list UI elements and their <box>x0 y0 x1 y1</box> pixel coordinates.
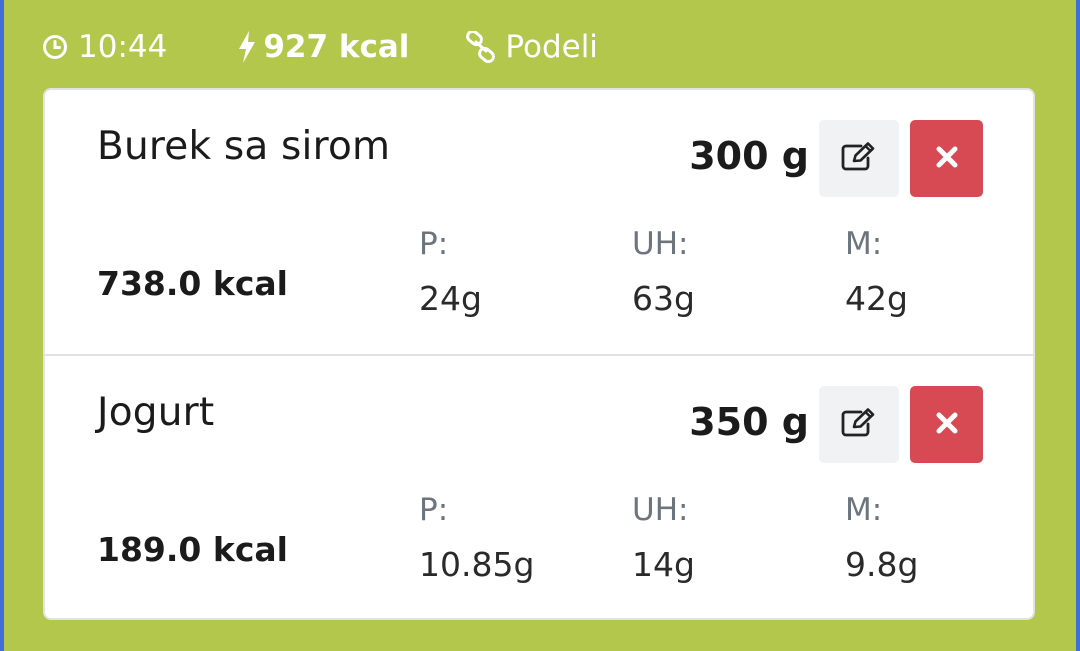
macro-value: 24g <box>419 279 482 318</box>
food-kcal: 189.0 kcal <box>97 530 288 569</box>
macro-value: 14g <box>632 545 695 584</box>
macro-protein: P: 24g <box>419 226 482 318</box>
macro-value: 42g <box>845 279 908 318</box>
macro-label: P: <box>419 226 449 262</box>
macro-carbs: UH: 14g <box>632 492 695 584</box>
edit-icon <box>841 141 877 176</box>
meal-time-text: 10:44 <box>78 29 168 65</box>
delete-button[interactable] <box>910 120 983 197</box>
food-item: Jogurt 350 g 189.0 kcal P: 10.85g UH: 14… <box>45 356 1033 618</box>
macro-label: P: <box>419 492 449 528</box>
macro-fat: M: 42g <box>845 226 908 318</box>
food-weight: 300 g <box>689 134 809 178</box>
macro-label: UH: <box>632 226 689 262</box>
clock-icon <box>42 34 78 60</box>
macro-label: UH: <box>632 492 689 528</box>
food-weight: 350 g <box>689 400 809 444</box>
meal-total-kcal-text: 927 kcal <box>263 29 410 65</box>
food-kcal: 738.0 kcal <box>97 264 288 303</box>
food-item: Burek sa sirom 300 g 738.0 kcal P: 24g U… <box>45 90 1033 356</box>
edit-button[interactable] <box>819 120 899 197</box>
left-edge <box>0 0 4 651</box>
meal-time: 10:44 <box>42 29 167 65</box>
food-name: Jogurt <box>97 390 215 435</box>
food-list-card: Burek sa sirom 300 g 738.0 kcal P: 24g U… <box>43 88 1035 620</box>
meal-header: 10:44 927 kcal Podeli <box>42 22 598 72</box>
macro-label: M: <box>845 492 883 528</box>
macro-carbs: UH: 63g <box>632 226 695 318</box>
macro-value: 10.85g <box>419 545 535 584</box>
delete-button[interactable] <box>910 386 983 463</box>
share-link[interactable]: Podeli <box>465 29 598 65</box>
share-label: Podeli <box>505 29 598 65</box>
lightning-icon <box>237 30 263 64</box>
macro-value: 63g <box>632 279 695 318</box>
close-icon <box>935 145 959 173</box>
edit-icon <box>841 407 877 442</box>
macro-protein: P: 10.85g <box>419 492 534 584</box>
link-icon <box>465 31 505 63</box>
macro-value: 9.8g <box>845 545 919 584</box>
right-edge <box>1076 0 1080 651</box>
close-icon <box>935 411 959 439</box>
edit-button[interactable] <box>819 386 899 463</box>
macro-fat: M: 9.8g <box>845 492 918 584</box>
macro-label: M: <box>845 226 883 262</box>
food-name: Burek sa sirom <box>97 124 391 169</box>
meal-total-kcal: 927 kcal <box>237 29 409 65</box>
